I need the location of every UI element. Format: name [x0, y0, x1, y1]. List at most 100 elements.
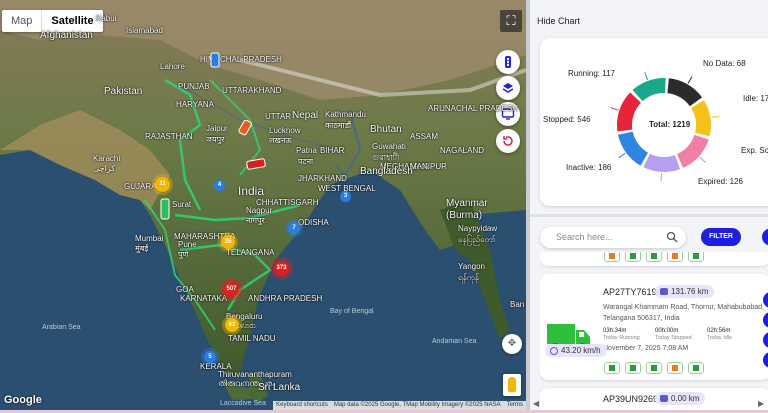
- vehicle-card-next[interactable]: AP39UN9269 0.00 km: [540, 388, 768, 412]
- map-label: ANDHRA PRADESH: [248, 294, 323, 303]
- map-label: Arabian Sea: [42, 324, 81, 331]
- chart-label-idle: Idle: 17: [743, 94, 768, 103]
- terms-link[interactable]: Terms: [507, 401, 523, 410]
- donut-leader-line: [644, 72, 649, 81]
- vehicle-marker-icon[interactable]: [246, 158, 268, 170]
- map-label: Guwahati: [372, 142, 406, 151]
- map-label: Kathmandu: [325, 110, 366, 119]
- vehicle-address: Warangal Khammam Road, Thorrur, Mahabuba…: [603, 304, 765, 322]
- traffic-light-icon: [505, 56, 511, 68]
- history-button[interactable]: [496, 129, 520, 153]
- map-label: लखनऊ: [269, 136, 292, 145]
- search-input[interactable]: Search here...: [540, 227, 686, 248]
- today-running: 03h:34m Today Running: [603, 328, 640, 341]
- map-label: RAJASTHAN: [145, 132, 193, 141]
- map-label: Thiruvananthapuram: [218, 370, 292, 379]
- donut-leader-line: [711, 115, 720, 118]
- layers-icon: [502, 83, 514, 93]
- map-label: PUNJAB: [178, 82, 210, 91]
- map-type-map[interactable]: Map: [2, 10, 41, 32]
- move-icon: ✥: [507, 338, 517, 349]
- app-root: Map Satellite ⛶ ✥ Google Keyboard shortc…: [0, 0, 768, 413]
- donut-leader-line: [610, 107, 619, 111]
- map-data-text: Map data ©2025 Google, TMap Mobility Ima…: [333, 402, 501, 408]
- cluster-marker[interactable]: 373: [274, 261, 289, 276]
- door-icon: [667, 252, 683, 262]
- scroll-right-arrow[interactable]: ▶: [758, 399, 764, 408]
- vehicle-card-previous[interactable]: [540, 252, 768, 266]
- keyboard-shortcuts-link[interactable]: Keyboard shortcuts: [276, 401, 328, 410]
- today-idle: 02h:56m Today Idle: [707, 328, 732, 341]
- map-label: TELANGANA: [226, 248, 275, 257]
- donut-slice-idle[interactable]: [691, 100, 711, 137]
- distance-value: 0.00 km: [671, 394, 700, 403]
- traffic-button[interactable]: [496, 50, 520, 74]
- section-separator: [530, 214, 768, 217]
- street-view-pegman[interactable]: [503, 374, 521, 396]
- map-label: Lucknow: [269, 126, 301, 135]
- cluster-marker[interactable]: 35: [221, 235, 235, 249]
- speed-value: 43.20 km/h: [561, 346, 601, 355]
- idle-value: 02h:56m: [707, 328, 731, 334]
- map-label: Bangladesh: [360, 166, 413, 177]
- battery-icon: [625, 252, 641, 262]
- map-label: Jaipur: [206, 124, 228, 133]
- map-label: کراچی: [93, 164, 116, 173]
- map-label: ARUNACHAL PRADESH: [428, 104, 518, 113]
- vehicle-list[interactable]: AP27TY7619 131.76 km Warangal Khammam Ro…: [540, 252, 768, 412]
- cluster-marker[interactable]: 11: [155, 177, 170, 192]
- map-label: पुणे: [178, 250, 189, 259]
- chart-label-stopped: Stopped: 546: [543, 115, 591, 124]
- map-label: HARYANA: [176, 100, 214, 109]
- speed-badge: 43.20 km/h: [545, 344, 607, 357]
- map-view[interactable]: Map Satellite ⛶ ✥ Google Keyboard shortc…: [0, 0, 526, 410]
- map-label: Yangon: [458, 262, 485, 271]
- scroll-left-arrow[interactable]: ◀: [533, 399, 539, 408]
- vehicle-marker-icon[interactable]: [210, 52, 220, 68]
- map-label: Nagpur: [246, 206, 273, 215]
- layers-button[interactable]: [496, 76, 520, 100]
- map-label: MANIPUR: [410, 162, 447, 171]
- map-label: Bhutan: [370, 124, 402, 135]
- map-label: TAMIL NADU: [228, 334, 276, 343]
- lock-icon: [688, 362, 704, 374]
- cluster-marker[interactable]: 62: [225, 318, 239, 332]
- donut-slice-expired[interactable]: [643, 153, 681, 172]
- map-label: Ban: [510, 300, 525, 309]
- vehicle-plate: AP39UN9269: [603, 394, 659, 404]
- map-label: पटना: [298, 157, 314, 166]
- lock-icon: [688, 252, 704, 262]
- pan-control[interactable]: ✥: [502, 334, 522, 354]
- map-label: Andaman Sea: [432, 338, 477, 345]
- map-type-satellite[interactable]: Satellite: [41, 10, 102, 32]
- map-label: ရန်ကုန်: [458, 273, 479, 282]
- cluster-marker[interactable]: 5: [204, 351, 216, 363]
- filter-button[interactable]: FILTER: [701, 228, 741, 246]
- map-label: मुंबई: [135, 244, 149, 253]
- map-label: UTTAR: [265, 112, 292, 121]
- map-label: Sri Lanka: [258, 382, 301, 393]
- cluster-marker[interactable]: 3: [340, 191, 351, 202]
- ac-icon: [646, 362, 662, 374]
- vehicle-marker-icon[interactable]: [238, 120, 254, 136]
- cluster-marker[interactable]: 7: [288, 222, 300, 234]
- hide-chart-toggle[interactable]: Hide Chart: [537, 16, 580, 26]
- vehicle-plate: AP27TY7619: [603, 287, 657, 297]
- vehicle-marker-icon[interactable]: [160, 198, 170, 220]
- cluster-marker[interactable]: 507: [224, 282, 239, 297]
- map-label: Lahore: [160, 62, 185, 71]
- idle-label: Today Idle: [707, 335, 733, 341]
- map-label: NAGALAND: [440, 146, 485, 155]
- fullscreen-button[interactable]: ⛶: [500, 10, 522, 32]
- search-icon[interactable]: [666, 231, 678, 243]
- map-label: Naypyidaw: [458, 224, 498, 233]
- car-icon: [660, 395, 668, 402]
- chart-label-expired: Expired: 126: [698, 177, 743, 186]
- map-label: Surat: [172, 200, 192, 209]
- vehicle-card[interactable]: AP27TY7619 131.76 km Warangal Khammam Ro…: [540, 274, 768, 380]
- map-label: UTTARAKHAND: [222, 86, 282, 95]
- map-label: Nepal: [292, 110, 319, 121]
- last-update-date: November 7, 2025 7:08 AM: [603, 345, 689, 352]
- car-icon: [660, 288, 668, 295]
- cluster-marker[interactable]: 4: [214, 180, 225, 191]
